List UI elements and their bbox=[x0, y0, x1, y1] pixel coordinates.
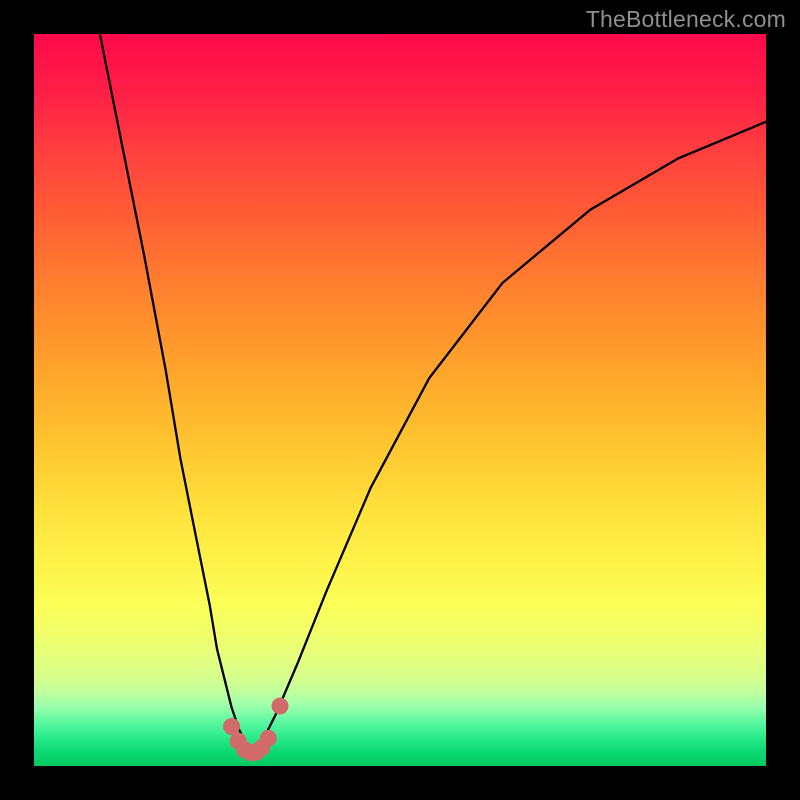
series-right-branch bbox=[261, 122, 766, 744]
marker-dot bbox=[260, 730, 277, 747]
watermark-text: TheBottleneck.com bbox=[586, 6, 786, 33]
plot-area bbox=[34, 34, 766, 766]
outer-frame: TheBottleneck.com bbox=[0, 0, 800, 800]
marker-dots bbox=[223, 698, 288, 762]
series-lines bbox=[100, 34, 766, 744]
curve-layer bbox=[34, 34, 766, 766]
marker-dot bbox=[272, 698, 289, 715]
marker-dot bbox=[223, 718, 240, 735]
series-left-branch bbox=[100, 34, 246, 744]
